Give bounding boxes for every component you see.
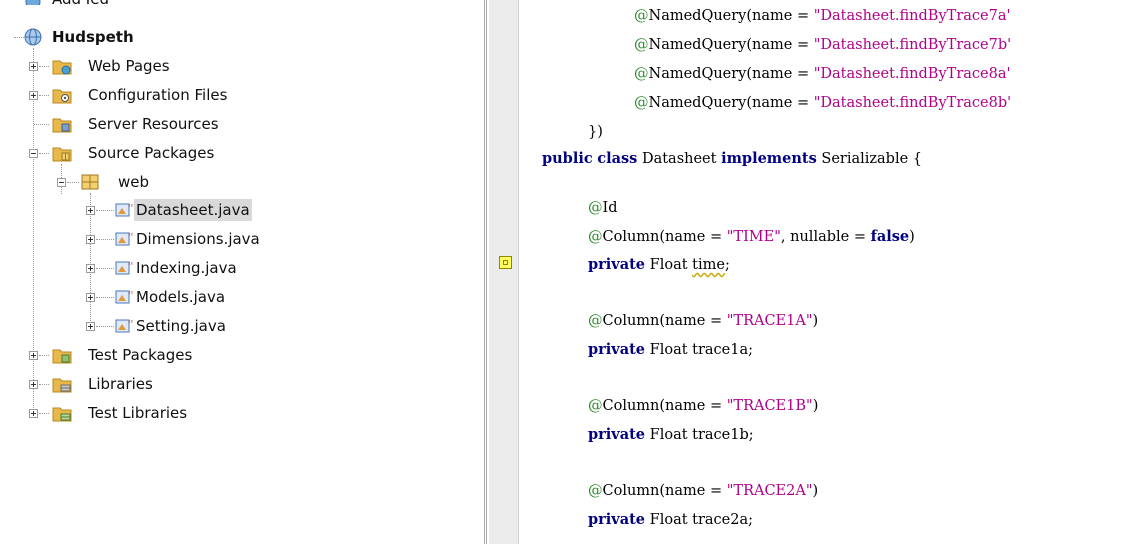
expand-toggle[interactable]: [29, 91, 38, 100]
hint-marker-icon[interactable]: [499, 256, 512, 269]
entity-class-icon: ¹⁰¹: [115, 319, 133, 333]
folder-test-package-icon: [52, 349, 72, 364]
expand-toggle[interactable]: [29, 351, 38, 360]
package-icon: [81, 174, 99, 190]
expand-toggle[interactable]: [86, 206, 95, 215]
expand-toggle[interactable]: [86, 235, 95, 244]
tree-item-web-pages[interactable]: Web Pages: [0, 55, 300, 77]
code-line: @Column(name = "TRACE2A"): [588, 483, 819, 499]
code-line: private Float trace1a;: [588, 341, 754, 358]
tree-item-label: Source Packages: [88, 144, 215, 162]
tree-item-label: Setting.java: [136, 317, 226, 335]
folder-package-icon: [52, 147, 72, 162]
tree-item-web-package[interactable]: web: [0, 171, 300, 193]
code-line: @NamedQuery(name = "Datasheet.findByTrac…: [634, 37, 1012, 53]
collapse-toggle[interactable]: [57, 178, 66, 187]
code-line-class-declaration: public class Datasheet implements Serial…: [542, 150, 923, 167]
tree-item-configuration-files[interactable]: Configuration Files: [0, 84, 300, 106]
project-name: Hudspeth: [52, 28, 134, 46]
svg-text:¹⁰¹: ¹⁰¹: [128, 261, 133, 269]
folder-libraries-icon: [52, 378, 72, 393]
code-line: @NamedQuery(name = "Datasheet.findByTrac…: [634, 95, 1012, 111]
expand-toggle[interactable]: [86, 264, 95, 273]
tree-item-test-packages[interactable]: Test Packages: [0, 344, 300, 366]
tree-item-label: Configuration Files: [88, 86, 228, 104]
tree-item-project[interactable]: Hudspeth: [0, 26, 300, 48]
pane-splitter[interactable]: [484, 0, 487, 544]
tree-item-label: Add Ied: [52, 0, 109, 10]
code-line: private Float trace1b;: [588, 426, 754, 443]
entity-class-icon: ¹⁰¹: [115, 232, 133, 246]
expand-toggle[interactable]: [86, 322, 95, 331]
code-line: @Column(name = "TIME", nullable = false): [588, 228, 915, 245]
entity-class-icon: ¹⁰¹: [115, 203, 133, 217]
code-line: private Float time;: [588, 256, 730, 273]
folder-test-libraries-icon: [52, 407, 72, 422]
expand-toggle[interactable]: [29, 409, 38, 418]
code-editor[interactable]: @NamedQuery(name = "Datasheet.findByTrac…: [520, 0, 1129, 544]
project-tree: Add Ied Hudspeth Web Pages Configuration: [0, 0, 484, 544]
tree-item-test-libraries[interactable]: Test Libraries: [0, 402, 300, 424]
globe-project-icon: [24, 28, 42, 46]
tree-item-label: Web Pages: [88, 57, 170, 75]
entity-class-icon: ¹⁰¹: [115, 261, 133, 275]
code-line: }): [588, 124, 603, 140]
code-line: @Column(name = "TRACE1A"): [588, 313, 819, 329]
code-line: @NamedQuery(name = "Datasheet.findByTrac…: [634, 8, 1011, 24]
code-line: @Id: [588, 200, 618, 216]
svg-text:¹⁰¹: ¹⁰¹: [128, 203, 133, 211]
code-line: private Float trace2a;: [588, 511, 754, 528]
expand-toggle[interactable]: [29, 380, 38, 389]
tree-item-server-resources[interactable]: Server Resources: [0, 113, 300, 135]
tree-item-datasheet-java[interactable]: ¹⁰¹ Datasheet.java: [0, 199, 300, 221]
tree-item-libraries[interactable]: Libraries: [0, 373, 300, 395]
svg-text:¹⁰¹: ¹⁰¹: [128, 319, 133, 327]
tree-item-label: Datasheet.java: [134, 199, 252, 221]
tree-item-label: Indexing.java: [136, 259, 237, 277]
tree-item-label: Test Libraries: [88, 404, 188, 422]
tree-item-partial[interactable]: Add Ied: [0, 0, 300, 10]
tree-item-label: Server Resources: [88, 115, 219, 133]
svg-text:¹⁰¹: ¹⁰¹: [128, 232, 133, 240]
tree-item-label: Test Packages: [88, 346, 193, 364]
tree-item-source-packages[interactable]: Source Packages: [0, 142, 300, 164]
tree-item-indexing-java[interactable]: ¹⁰¹ Indexing.java: [0, 257, 300, 279]
warning-underline: time: [692, 257, 725, 273]
tree-item-dimensions-java[interactable]: ¹⁰¹ Dimensions.java: [0, 228, 300, 250]
tree-item-setting-java[interactable]: ¹⁰¹ Setting.java: [0, 315, 300, 337]
expand-toggle[interactable]: [86, 293, 95, 302]
code-line: @NamedQuery(name = "Datasheet.findByTrac…: [634, 66, 1011, 82]
editor-gutter: [489, 0, 519, 544]
folder-config-icon: [52, 89, 72, 104]
svg-text:¹⁰¹: ¹⁰¹: [128, 290, 133, 298]
code-line: @Column(name = "TRACE1B"): [588, 398, 819, 414]
tree-item-label: Dimensions.java: [136, 230, 260, 248]
tree-item-models-java[interactable]: ¹⁰¹ Models.java: [0, 286, 300, 308]
collapse-toggle[interactable]: [29, 149, 38, 158]
expand-toggle[interactable]: [29, 62, 38, 71]
globe-icon: [25, 0, 41, 5]
tree-item-label: Models.java: [136, 288, 226, 306]
folder-web-icon: [52, 60, 72, 75]
tree-item-label: web: [118, 173, 150, 191]
tree-item-label: Libraries: [88, 375, 153, 393]
folder-server-icon: [52, 118, 72, 133]
entity-class-icon: ¹⁰¹: [115, 290, 133, 304]
